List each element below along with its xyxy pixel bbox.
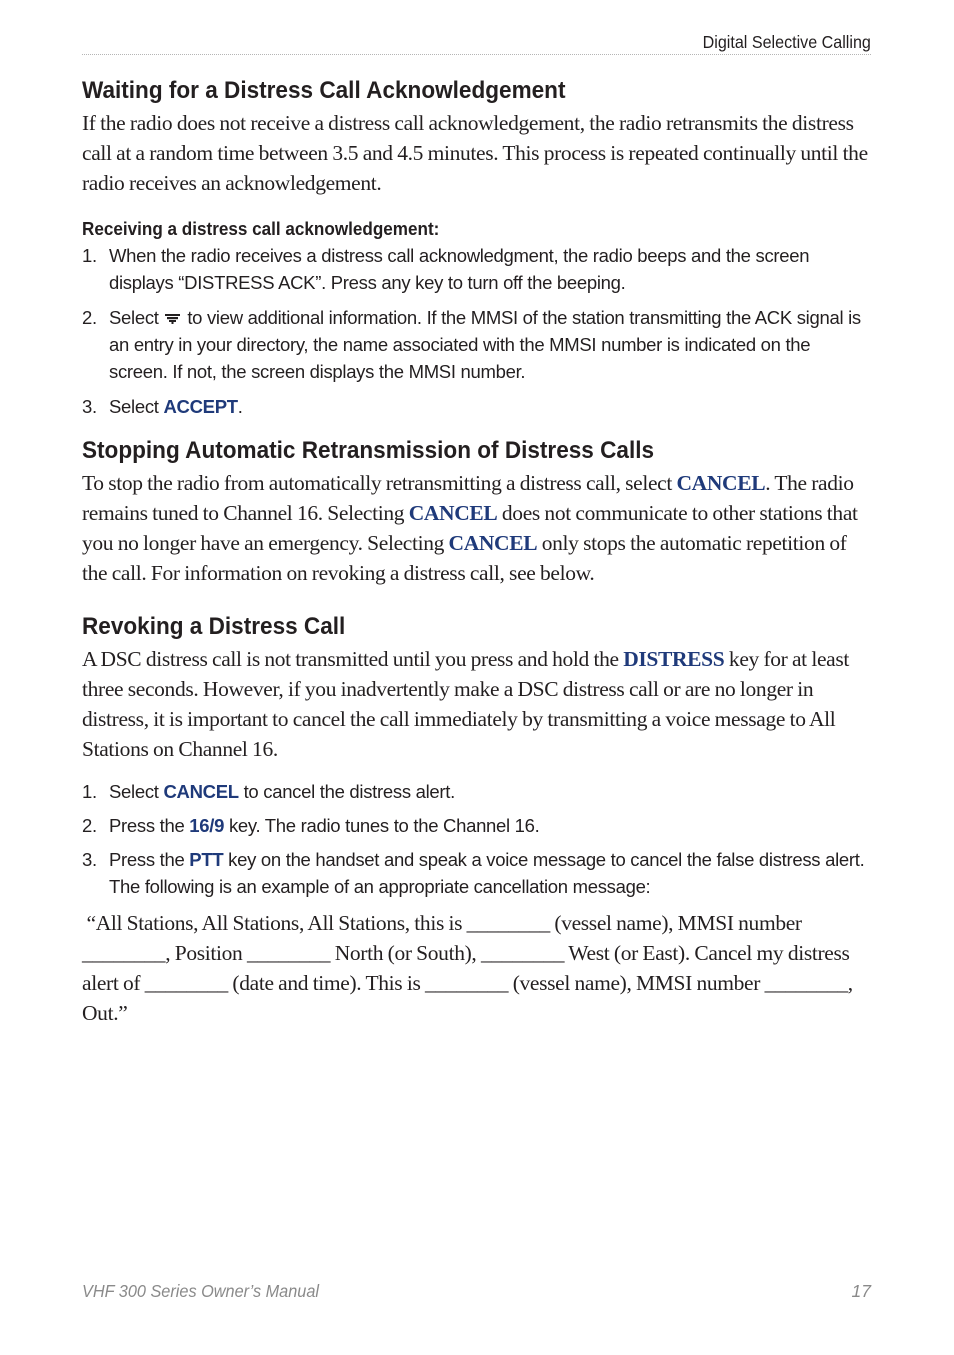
example-cancellation-message: “All Stations, All Stations, All Station…	[82, 911, 853, 1025]
list-item: 2. Select to view additional information…	[82, 307, 861, 382]
cancel-key-label: CANCEL	[676, 471, 766, 495]
steps-revoking: 1. Select CANCEL to cancel the distress …	[82, 778, 872, 900]
heading-waiting: Waiting for a Distress Call Acknowledgem…	[82, 77, 566, 104]
list-item: 1. Select CANCEL to cancel the distress …	[82, 781, 455, 802]
heading-revoking: Revoking a Distress Call	[82, 613, 346, 640]
header-divider	[82, 54, 871, 55]
cancel-key-label: CANCEL	[448, 531, 538, 555]
heading-stopping: Stopping Automatic Retransmission of Dis…	[82, 437, 655, 464]
menu-key-icon	[165, 314, 181, 325]
footer-manual-title: VHF 300 Series Owner’s Manual	[82, 1281, 320, 1301]
subheading-receiving-ack: Receiving a distress call acknowledgemen…	[82, 219, 440, 239]
page-number: 17	[851, 1281, 871, 1301]
steps-receiving-ack: 1. When the radio receives a distress ca…	[82, 242, 872, 420]
list-item: 3. Press the PTT key on the handset and …	[82, 849, 865, 897]
distress-key-label: DISTRESS	[623, 647, 725, 671]
running-head: Digital Selective Calling	[702, 32, 871, 52]
accept-key-label: ACCEPT	[163, 396, 238, 417]
list-item: 2. Press the 16/9 key. The radio tunes t…	[82, 815, 540, 836]
ptt-key-label: PTT	[189, 849, 224, 870]
page-content: Waiting for a Distress Call Acknowledgem…	[82, 74, 872, 1028]
paragraph-stopping: To stop the radio from automatically ret…	[82, 471, 858, 585]
cancel-key-label: CANCEL	[408, 501, 498, 525]
paragraph-revoking: A DSC distress call is not transmitted u…	[82, 647, 849, 761]
list-item: 3. Select ACCEPT.	[82, 396, 243, 417]
list-item: 1. When the radio receives a distress ca…	[82, 245, 810, 293]
paragraph-waiting: If the radio does not receive a distress…	[82, 111, 868, 195]
cancel-key-label: CANCEL	[163, 781, 239, 802]
channel-key-label: 16/9	[189, 815, 225, 836]
